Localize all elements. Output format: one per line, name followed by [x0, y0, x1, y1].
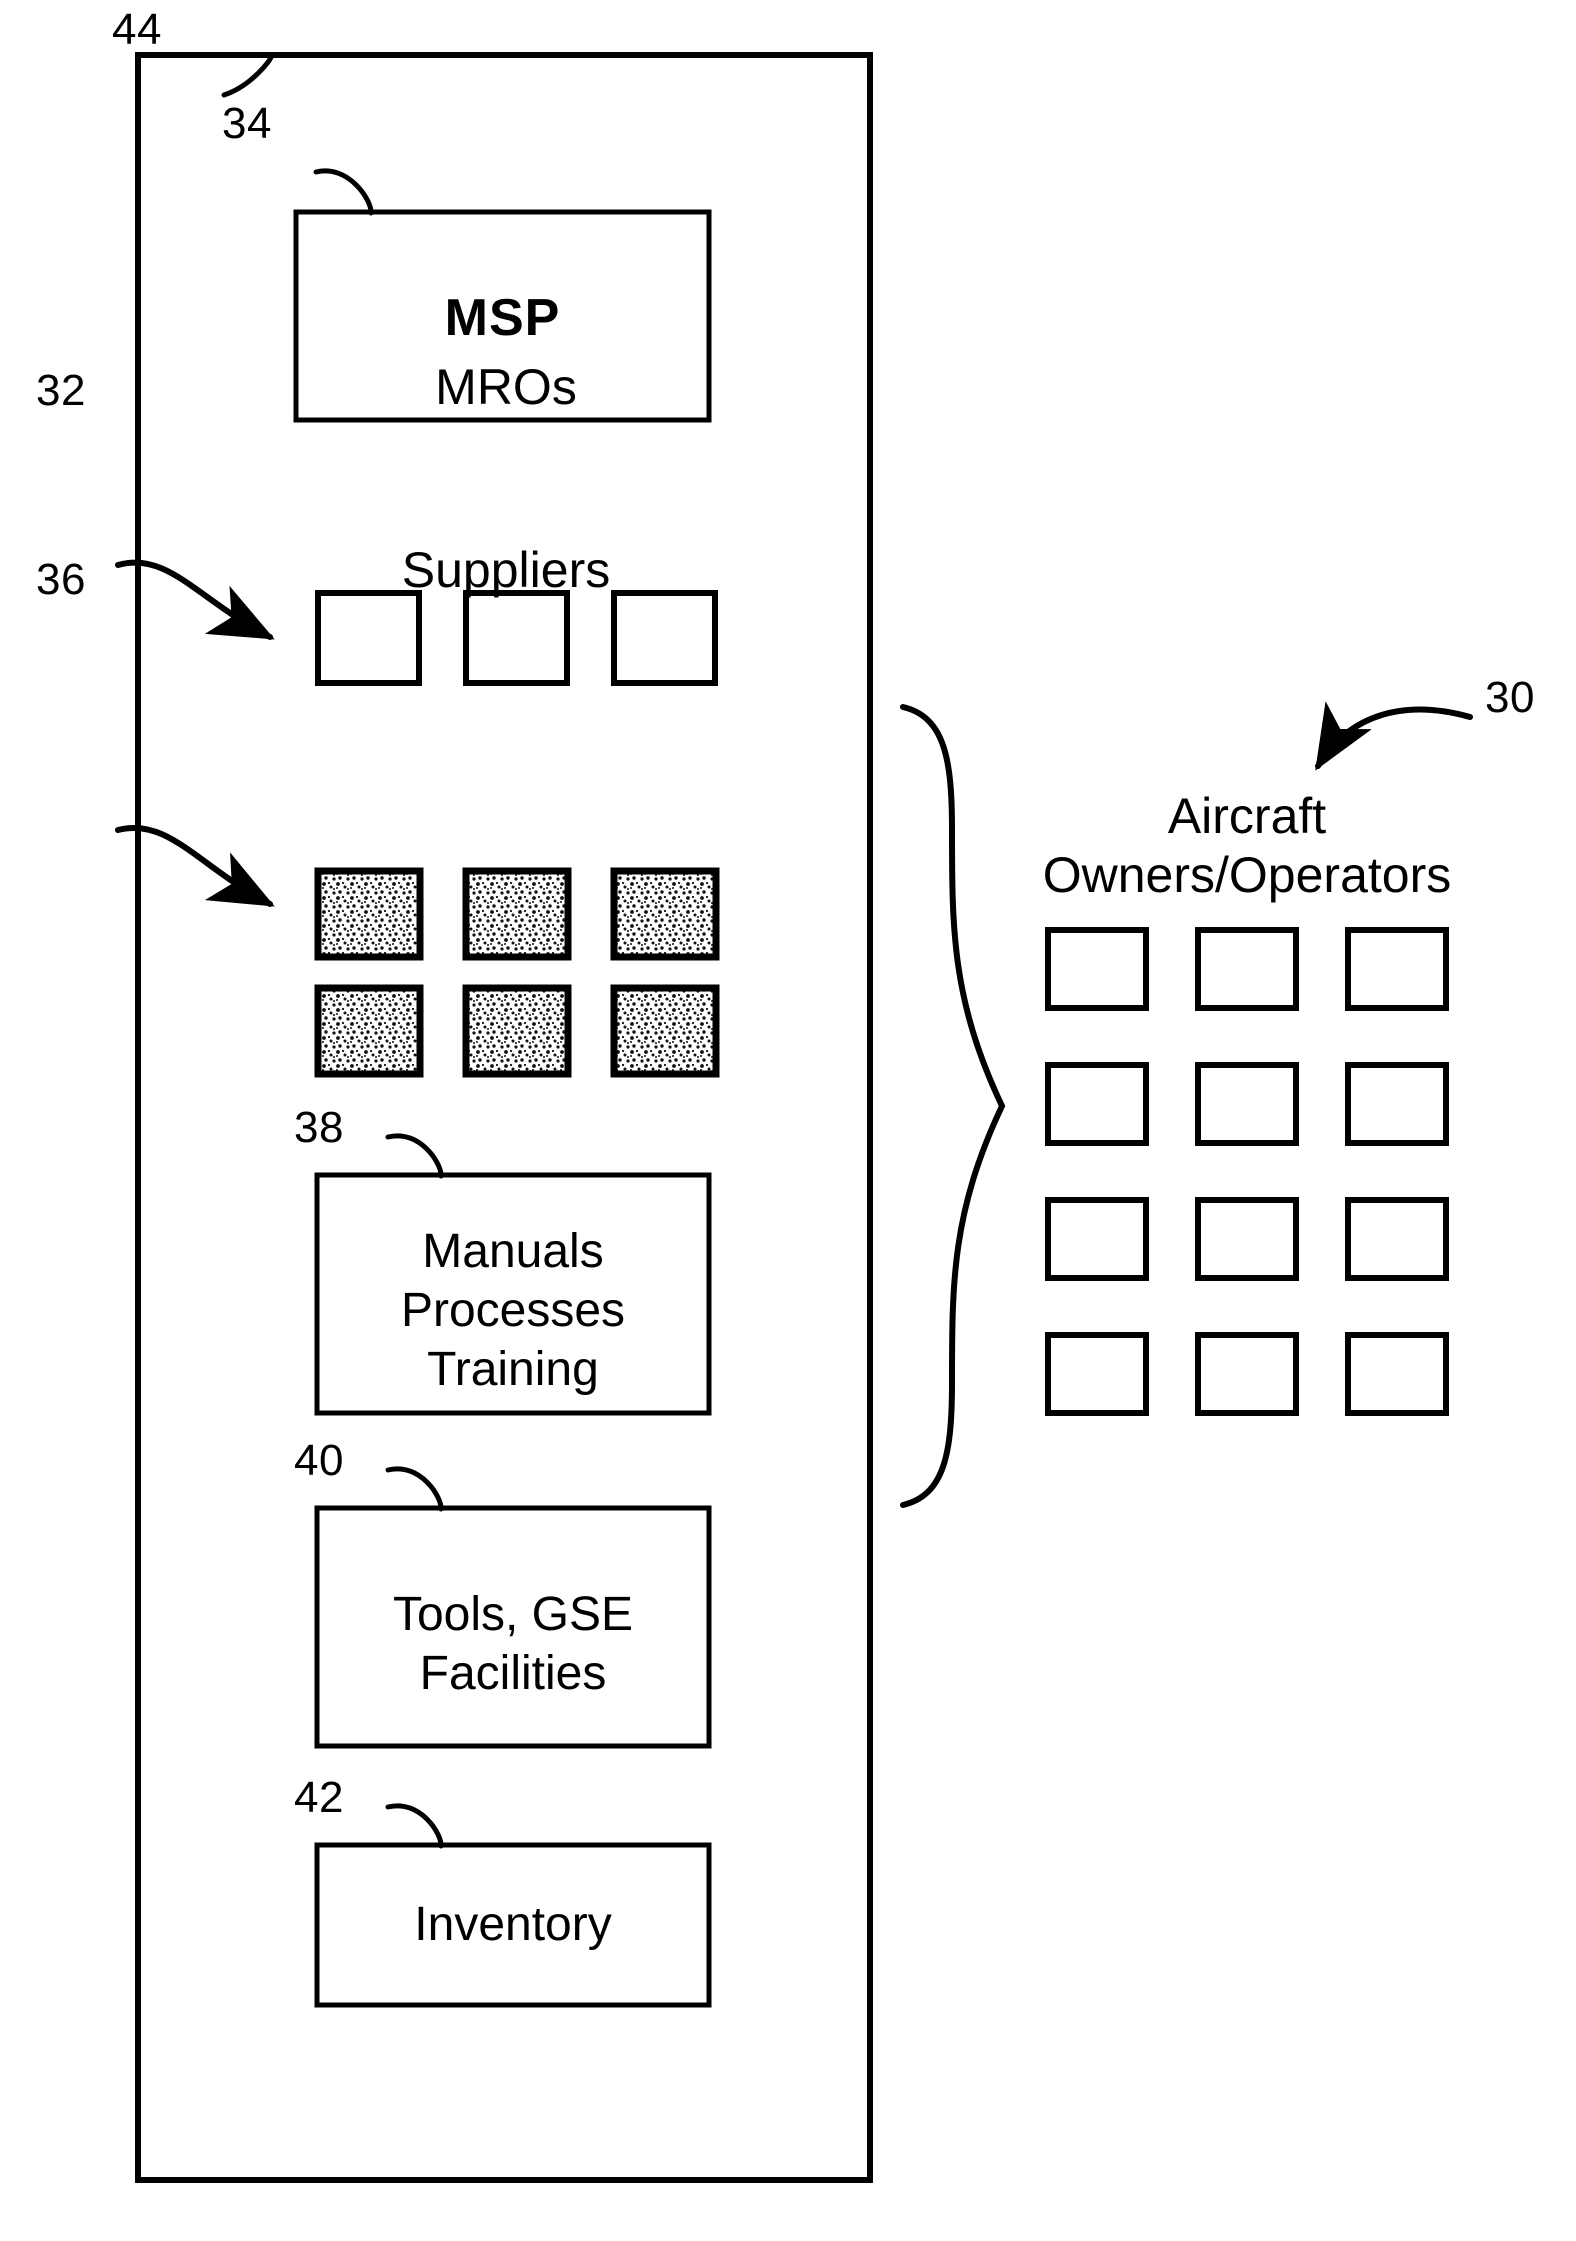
leader-38	[385, 1133, 444, 1179]
owner-box	[1345, 1197, 1449, 1281]
aircraft-owners-title-line-2: Owners/Operators	[1042, 847, 1452, 903]
mro-box	[611, 590, 718, 686]
ref-numeral-30: 30	[1485, 673, 1535, 722]
ref-numeral-44: 44	[112, 5, 162, 54]
owner-box	[1045, 1332, 1149, 1416]
ref-numeral-42: 42	[294, 1773, 344, 1822]
owner-box	[1345, 1062, 1449, 1146]
owner-box	[1045, 1197, 1149, 1281]
manuals-box-line-3: Training	[427, 1343, 599, 1396]
diagram-vector-layer	[115, 52, 1473, 2183]
supplier-box	[610, 984, 720, 1078]
leader-44	[221, 54, 274, 98]
ref-numeral-38: 38	[294, 1103, 344, 1152]
suppliers-group-title: Suppliers	[401, 542, 611, 598]
supplier-box	[314, 867, 424, 961]
inventory-label: Inventory	[414, 1898, 612, 1951]
owner-box	[1195, 927, 1299, 1011]
ref-numeral-36: 36	[36, 555, 86, 604]
manuals-box-line-1: Manuals	[422, 1225, 604, 1278]
owner-box	[1345, 1332, 1449, 1416]
ref-numeral-34: 34	[222, 99, 272, 148]
supplier-box	[314, 984, 424, 1078]
mros-group-title: MROs	[435, 359, 577, 415]
leader-32	[115, 559, 275, 640]
owner-box	[1195, 1062, 1299, 1146]
leader-30	[1315, 701, 1473, 771]
owner-box	[1045, 1062, 1149, 1146]
tools-box-line-2: Facilities	[419, 1647, 607, 1700]
owner-box	[1195, 1332, 1299, 1416]
leader-36	[115, 825, 275, 907]
mro-box	[463, 590, 570, 686]
ref-numeral-40: 40	[294, 1436, 344, 1485]
supplier-box	[462, 984, 572, 1078]
manuals-box-line-2: Processes	[400, 1284, 626, 1337]
leader-34	[313, 168, 374, 216]
owner-box	[1345, 927, 1449, 1011]
brace-curly	[900, 704, 1006, 1508]
tools-box-line-1: Tools, GSE	[392, 1588, 634, 1641]
mro-box	[315, 590, 422, 686]
owner-box	[1045, 927, 1149, 1011]
leader-40	[385, 1466, 444, 1512]
aircraft-owners-title-line-1: Aircraft	[1167, 788, 1327, 844]
leader-42	[385, 1803, 444, 1849]
msp-label: MSP	[444, 289, 561, 347]
owner-box	[1195, 1197, 1299, 1281]
figure-canvas: 44 34 MSP 32 MROs 36 Suppliers 38 Manual…	[0, 0, 1576, 2241]
ref-numeral-32: 32	[36, 366, 86, 415]
supplier-box	[610, 867, 720, 961]
supplier-box	[462, 867, 572, 961]
